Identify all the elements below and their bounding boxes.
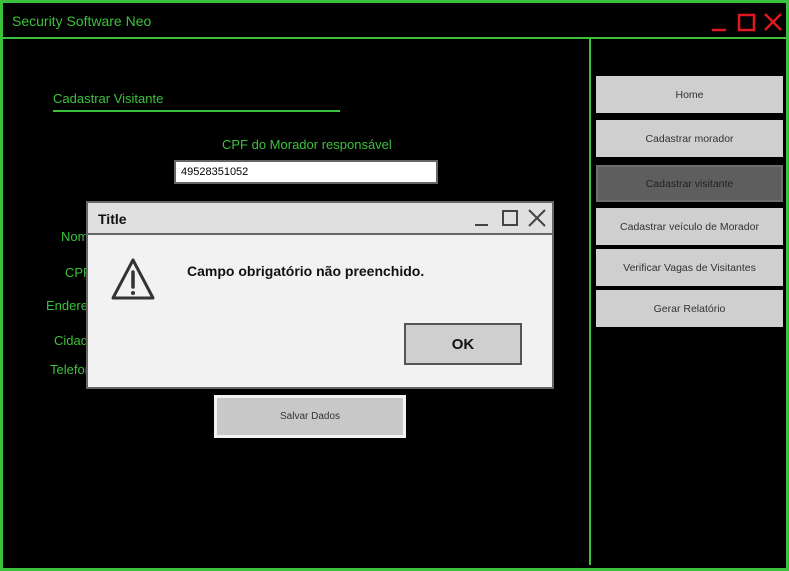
section-title: Cadastrar Visitante (53, 91, 164, 106)
dialog-minimize-icon[interactable] (472, 208, 492, 228)
section-underline (53, 110, 340, 112)
sidebar-item-home[interactable]: Home (596, 76, 783, 113)
dialog-close-icon[interactable] (527, 208, 547, 228)
dialog-titlebar: Title (88, 203, 552, 235)
maximize-icon[interactable] (736, 11, 758, 33)
dialog-title: Title (98, 211, 127, 227)
dialog-maximize-icon[interactable] (500, 208, 520, 228)
app-title: Security Software Neo (12, 13, 152, 29)
cpf-morador-input[interactable] (174, 160, 438, 184)
close-icon[interactable] (762, 11, 784, 33)
ok-button[interactable]: OK (404, 323, 522, 365)
cidade-label: Cidad (54, 333, 88, 348)
sidebar-item-gerar-relatorio[interactable]: Gerar Relatório (596, 290, 783, 327)
save-button[interactable]: Salvar Dados (214, 395, 406, 438)
sidebar-item-verificar-vagas[interactable]: Verificar Vagas de Visitantes (596, 249, 783, 286)
alert-dialog: Title Campo obrigatório não preenchido. … (86, 201, 554, 389)
minimize-icon[interactable] (709, 11, 731, 33)
dialog-message: Campo obrigatório não preenchido. (187, 263, 425, 279)
app-titlebar: Security Software Neo (3, 3, 786, 39)
cpf-morador-label: CPF do Morador responsável (222, 137, 392, 152)
sidebar-item-cadastrar-morador[interactable]: Cadastrar morador (596, 120, 783, 157)
warning-icon (111, 258, 155, 300)
sidebar: Home Cadastrar morador Cadastrar visitan… (589, 39, 788, 565)
nome-label: Nom (61, 229, 89, 244)
endereco-label: Endere (46, 298, 88, 313)
sidebar-item-cadastrar-visitante[interactable]: Cadastrar visitante (596, 165, 783, 202)
sidebar-item-cadastrar-veiculo[interactable]: Cadastrar veículo de Morador (596, 208, 783, 245)
